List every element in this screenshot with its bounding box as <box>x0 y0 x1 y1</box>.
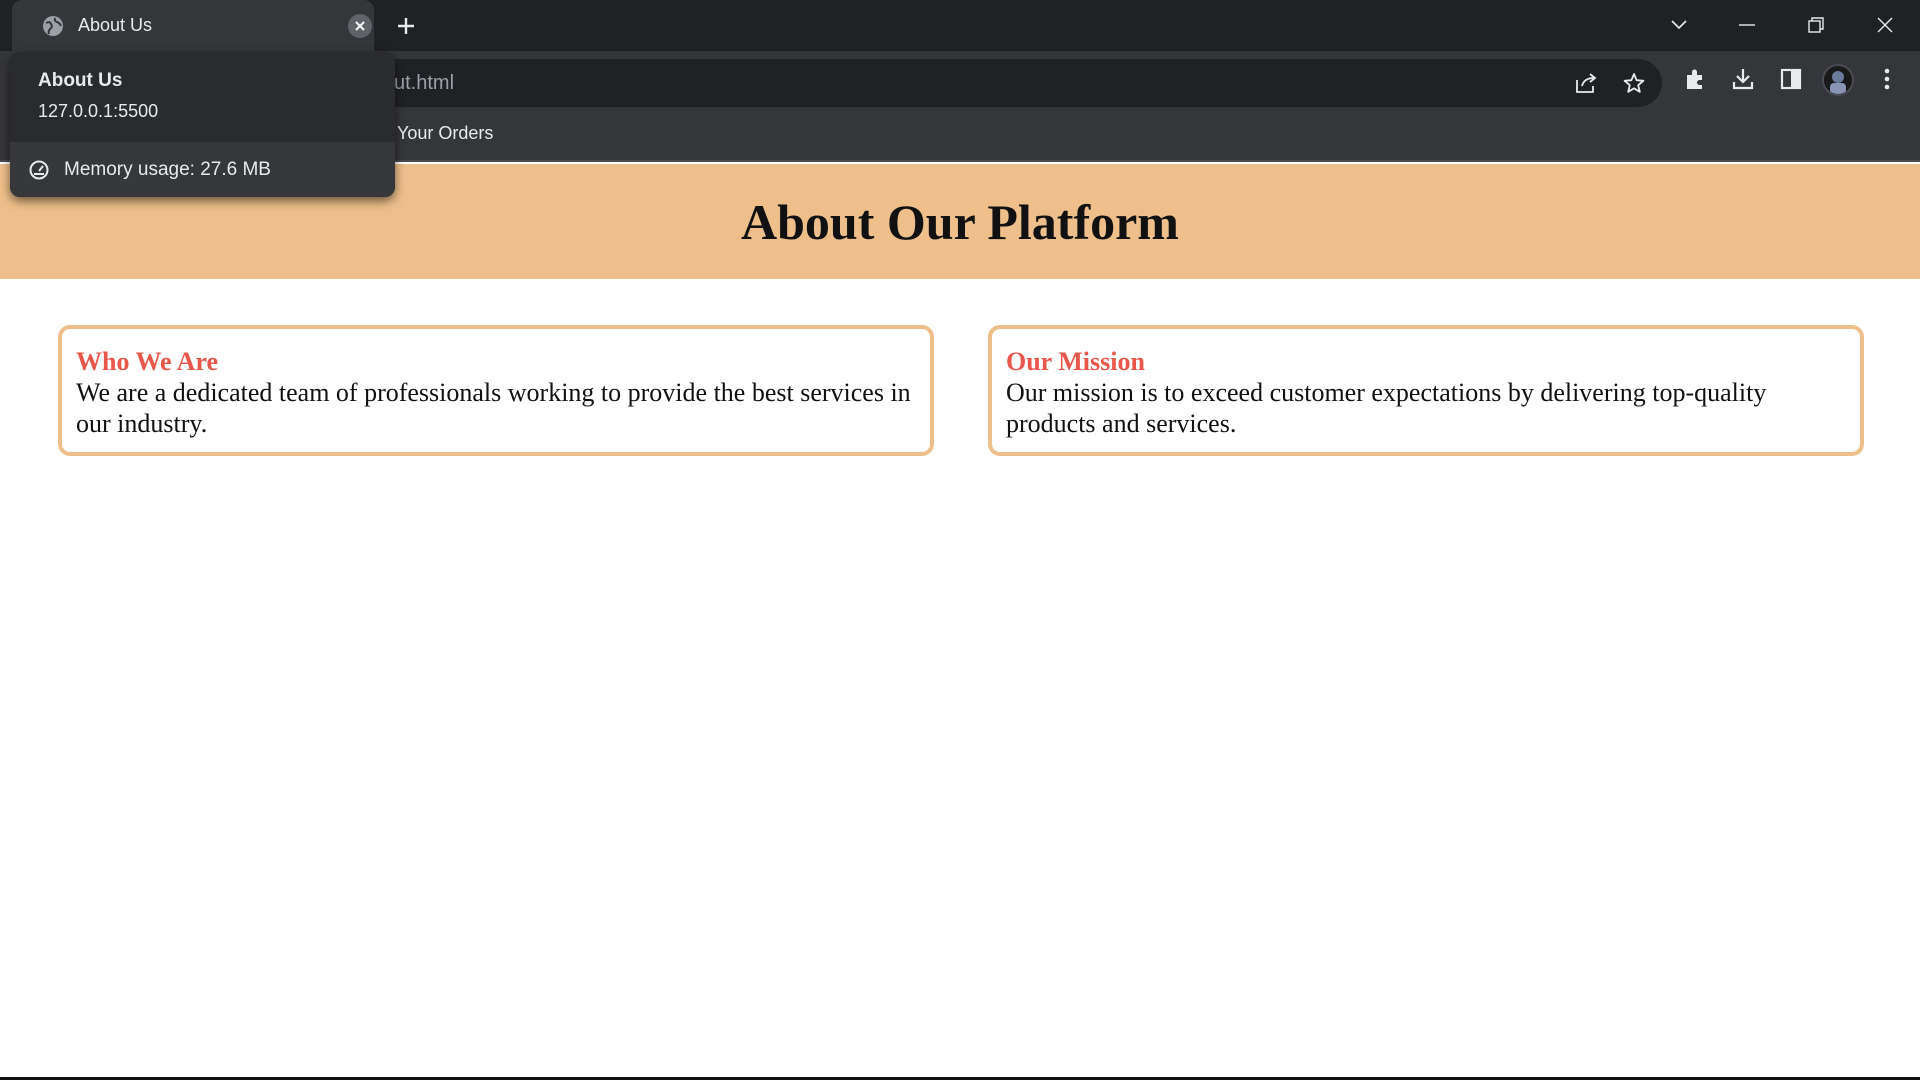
card-body: Our mission is to exceed customer expect… <box>1006 378 1767 438</box>
page-viewport: About Our Platform Who We Are We are a d… <box>0 164 1920 1077</box>
url-text: ut.html <box>394 72 455 94</box>
hover-card-url: 127.0.0.1:5500 <box>38 101 159 121</box>
window-close-button[interactable] <box>1868 8 1902 42</box>
download-icon[interactable] <box>1729 65 1757 93</box>
tab-strip: About Us <box>0 0 1920 51</box>
share-icon[interactable] <box>1574 71 1598 95</box>
profile-avatar[interactable] <box>1822 64 1854 96</box>
page-title: About Our Platform <box>741 193 1179 250</box>
hover-card-memory: Memory usage: 27.6 MB <box>10 142 395 197</box>
star-icon[interactable] <box>1622 71 1646 95</box>
globe-icon <box>43 16 63 36</box>
hover-card-header: About Us 127.0.0.1:5500 <box>10 52 395 142</box>
close-tab-icon[interactable] <box>348 14 372 38</box>
hover-card-title: About Us <box>38 70 123 91</box>
extensions-icon[interactable] <box>1681 65 1709 93</box>
gauge-icon <box>29 160 49 180</box>
card-heading: Who We Are <box>76 347 219 376</box>
restore-icon <box>1808 17 1824 33</box>
restore-button[interactable] <box>1799 8 1833 42</box>
card-heading: Our Mission <box>1006 347 1145 376</box>
card-who-we-are: Who We Are We are a dedicated team of pr… <box>58 325 934 456</box>
plus-icon <box>398 18 414 34</box>
minimize-icon <box>1739 24 1755 26</box>
memory-usage-text: Memory usage: 27.6 MB <box>64 159 271 180</box>
menu-icon[interactable] <box>1873 65 1901 93</box>
bookmark-your-orders[interactable]: Your Orders <box>397 123 493 144</box>
close-icon <box>1877 17 1893 33</box>
minimize-button[interactable] <box>1730 8 1764 42</box>
address-bar[interactable]: ut.html <box>300 59 1662 107</box>
tab-search-button[interactable] <box>1662 8 1696 42</box>
card-body: We are a dedicated team of professionals… <box>76 378 911 438</box>
side-panel-icon[interactable] <box>1777 65 1805 93</box>
tab-title: About Us <box>78 15 153 35</box>
browser-tab[interactable]: About Us <box>12 0 374 51</box>
chevron-down-icon <box>1671 20 1687 30</box>
tab-hover-card: About Us 127.0.0.1:5500 Memory usage: 27… <box>10 52 395 197</box>
new-tab-button[interactable] <box>392 12 420 40</box>
card-our-mission: Our Mission Our mission is to exceed cus… <box>988 325 1864 456</box>
